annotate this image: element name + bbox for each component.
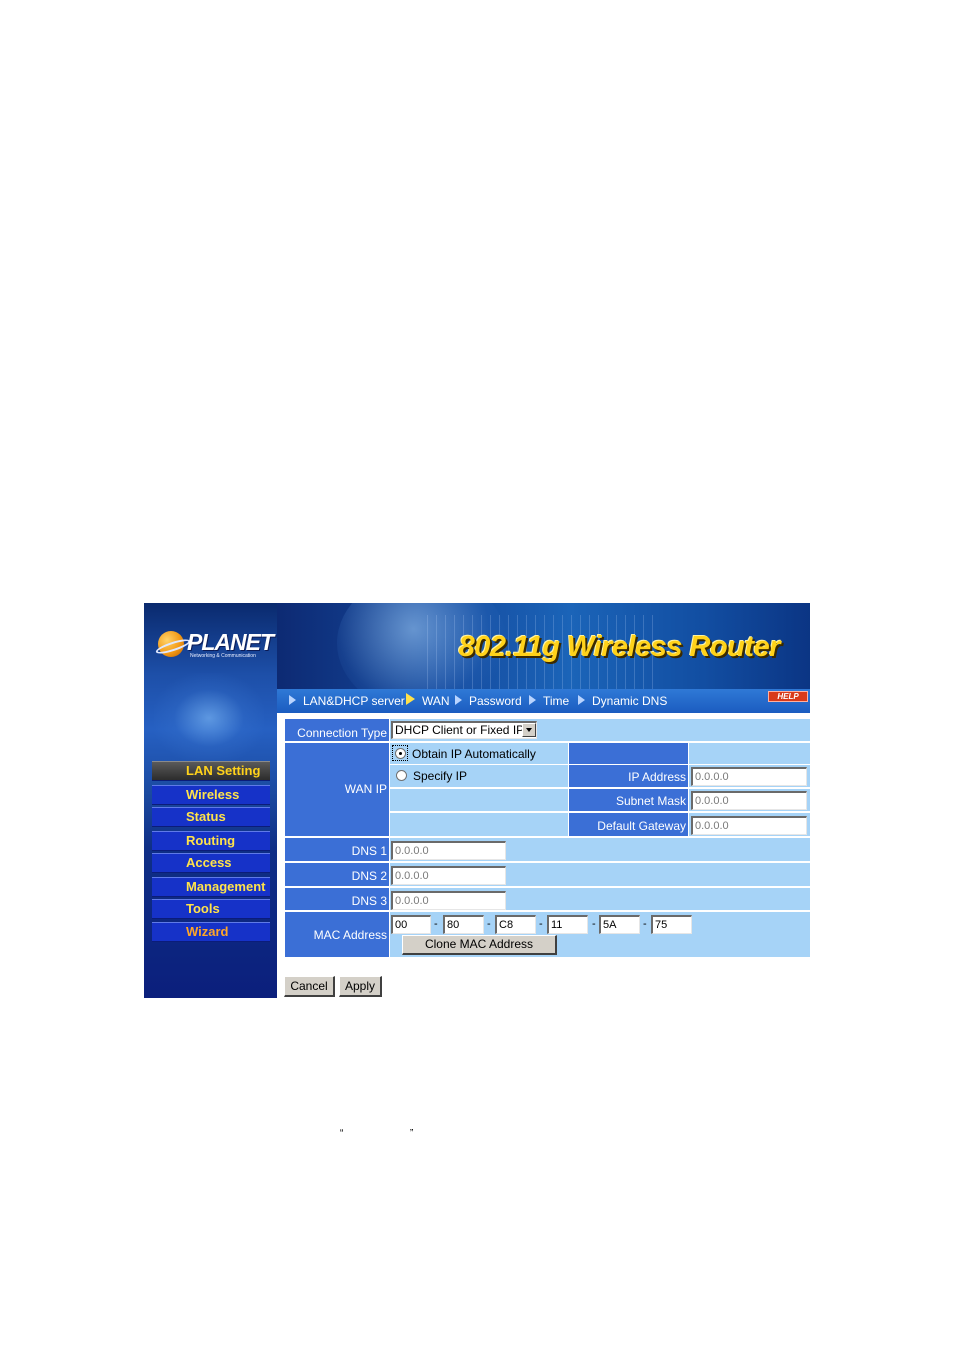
dns3-label: DNS 3 — [285, 888, 389, 910]
sidebar-item-access[interactable]: Access — [152, 853, 270, 873]
obtain-ip-label: Obtain IP Automatically — [412, 747, 536, 761]
mac-octet-1-input[interactable]: 00 — [391, 915, 431, 934]
wan-empty-cell — [390, 789, 568, 811]
wan-ip-label: WAN IP — [285, 743, 389, 836]
dns1-label: DNS 1 — [285, 838, 389, 861]
tab-lan-dhcp-server[interactable]: LAN&DHCP server — [289, 693, 405, 709]
settings-tab-bar: LAN&DHCP server WAN Password Time Dynami… — [277, 689, 810, 713]
sidebar-item-routing[interactable]: Routing — [152, 831, 270, 851]
connection-type-label: Connection Type — [285, 719, 389, 741]
open-quote: “ — [340, 1128, 344, 1139]
sidebar-item-lan-setting[interactable]: LAN Setting — [152, 761, 270, 781]
wan-settings-form: Connection Type DHCP Client or Fixed IP … — [277, 713, 810, 998]
sidebar-item-wizard[interactable]: Wizard — [152, 922, 270, 942]
default-gateway-label: Default Gateway — [569, 813, 688, 836]
mac-separator: - — [487, 918, 491, 930]
default-gateway-input[interactable]: 0.0.0.0 — [691, 816, 807, 835]
tab-label: Time — [543, 694, 570, 708]
wan-header-cell — [689, 743, 810, 764]
chevron-down-icon — [522, 723, 536, 737]
document-quote-marks: “ ” — [340, 1128, 420, 1142]
cancel-button[interactable]: Cancel — [284, 976, 335, 997]
product-title: 802.11g Wireless Router — [458, 631, 781, 663]
ip-address-label: IP Address — [569, 765, 688, 787]
close-quote: ” — [410, 1128, 414, 1139]
sidebar-glow — [154, 673, 264, 763]
mac-octet-2-input[interactable]: 80 — [443, 915, 484, 934]
mac-octet-5-input[interactable]: 5A — [599, 915, 640, 934]
mac-separator: - — [592, 918, 596, 930]
router-admin-window: PLANET Networking & Communication LAN Se… — [144, 603, 810, 998]
mac-separator: - — [434, 918, 438, 930]
dns3-input[interactable]: 0.0.0.0 — [391, 891, 506, 910]
tab-label: Password — [469, 694, 522, 708]
mac-octet-3-input[interactable]: C8 — [495, 915, 536, 934]
sidebar: PLANET Networking & Communication LAN Se… — [144, 603, 277, 998]
sidebar-item-wireless[interactable]: Wireless — [152, 785, 270, 805]
help-button[interactable]: HELP — [768, 691, 808, 702]
arrow-right-icon — [406, 693, 415, 705]
wan-empty-cell — [390, 813, 568, 836]
sidebar-item-status[interactable]: Status — [152, 807, 270, 827]
dns2-label: DNS 2 — [285, 863, 389, 886]
connection-type-select[interactable]: DHCP Client or Fixed IP — [391, 721, 537, 739]
tab-label: WAN — [422, 694, 450, 708]
tab-password[interactable]: Password — [455, 693, 522, 709]
sidebar-item-tools[interactable]: Tools — [152, 899, 270, 919]
mac-octet-4-input[interactable]: 11 — [547, 915, 588, 934]
arrow-right-icon — [529, 695, 536, 705]
planet-logo: PLANET Networking & Communication — [158, 629, 274, 663]
mac-separator: - — [643, 918, 647, 930]
connection-type-value: DHCP Client or Fixed IP — [395, 723, 525, 737]
tab-label: Dynamic DNS — [592, 694, 668, 708]
mac-address-label: MAC Address — [285, 912, 389, 957]
tab-dynamic-dns[interactable]: Dynamic DNS — [578, 693, 667, 709]
arrow-right-icon — [578, 695, 585, 705]
header-banner: 802.11g Wireless Router — [277, 603, 810, 689]
mac-separator: - — [539, 918, 543, 930]
dns1-input[interactable]: 0.0.0.0 — [391, 841, 506, 860]
arrow-right-icon — [455, 695, 462, 705]
tab-label: LAN&DHCP server — [303, 694, 405, 708]
planet-globe-icon — [158, 631, 184, 657]
dns2-input[interactable]: 0.0.0.0 — [391, 866, 506, 885]
subnet-mask-label: Subnet Mask — [569, 789, 688, 811]
obtain-ip-radio[interactable] — [395, 748, 406, 759]
wan-header-cell — [569, 743, 688, 764]
apply-button[interactable]: Apply — [339, 976, 382, 997]
tab-wan[interactable]: WAN — [406, 693, 450, 709]
arrow-right-icon — [289, 695, 296, 705]
mac-octet-6-input[interactable]: 75 — [651, 915, 692, 934]
specify-ip-label: Specify IP — [413, 769, 468, 783]
clone-mac-button[interactable]: Clone MAC Address — [402, 935, 557, 955]
tab-time[interactable]: Time — [529, 693, 569, 709]
logo-tagline: Networking & Communication — [190, 653, 256, 659]
specify-ip-radio[interactable] — [396, 770, 407, 781]
ip-address-input[interactable]: 0.0.0.0 — [691, 767, 807, 786]
logo-name: PLANET — [187, 629, 274, 655]
sidebar-item-management[interactable]: Management — [152, 877, 270, 897]
subnet-mask-input[interactable]: 0.0.0.0 — [691, 791, 807, 810]
